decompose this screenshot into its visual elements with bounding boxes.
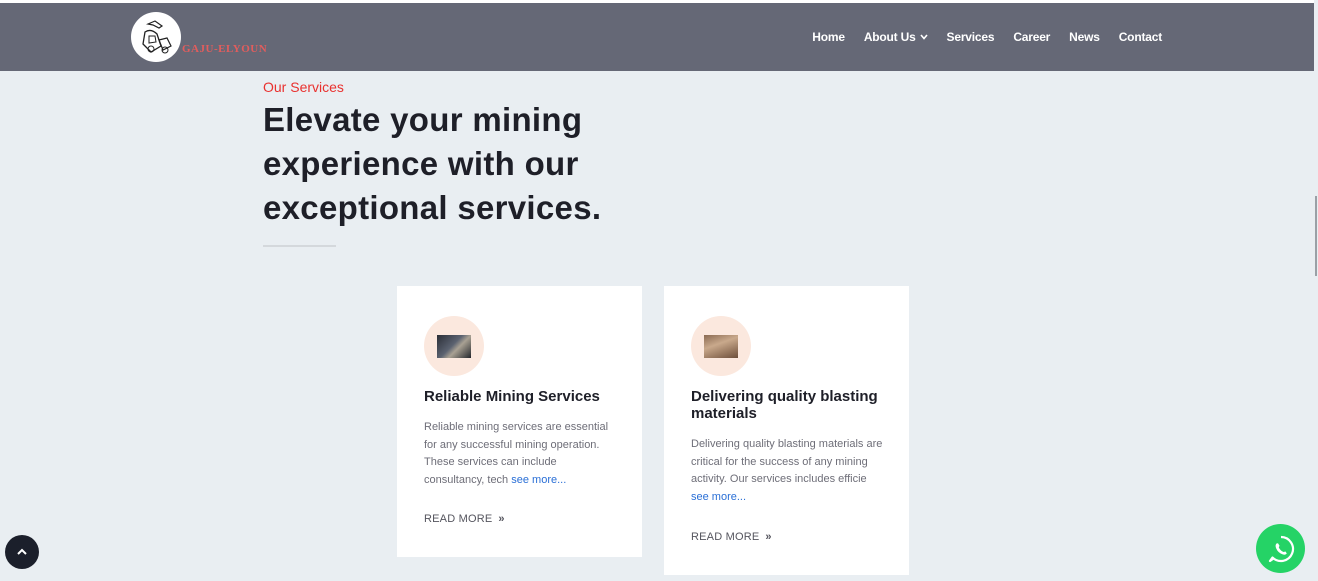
whatsapp-icon (1268, 535, 1294, 562)
brand-name[interactable]: GAJU-ELYOUN (182, 43, 267, 55)
mining-machinery-image (437, 335, 471, 358)
service-card-title: Delivering quality blasting materials (691, 388, 878, 422)
blasting-materials-image (704, 335, 738, 358)
nav-home[interactable]: Home (812, 30, 845, 44)
read-more-label: READ MORE (691, 531, 760, 543)
service-card-description: Delivering quality blasting materials ar… (691, 438, 883, 485)
service-card-title: Reliable Mining Services (424, 388, 600, 405)
read-more-link[interactable]: READ MORE » (691, 531, 772, 543)
nav-services-label: Services (946, 30, 995, 44)
service-card-text: Reliable mining services are essential f… (424, 419, 619, 489)
section-divider (263, 245, 336, 247)
read-more-link[interactable]: READ MORE » (424, 513, 505, 525)
chevron-down-icon (919, 32, 928, 42)
see-more-link[interactable]: see more... (511, 474, 566, 486)
nav-career-label: Career (1013, 30, 1051, 44)
nav-about-us[interactable]: About Us (864, 30, 928, 44)
service-icon-circle (691, 316, 751, 376)
back-to-top-button[interactable] (5, 535, 39, 569)
service-card-text: Delivering quality blasting materials ar… (691, 436, 886, 506)
nav-news[interactable]: News (1069, 30, 1100, 44)
section-headline: Elevate your mining experience with our … (263, 101, 602, 226)
nav-about-us-label: About Us (863, 30, 916, 44)
scrollbar-track[interactable] (1314, 0, 1318, 581)
brand-logo[interactable] (131, 12, 181, 62)
section-kicker: Our Services (263, 79, 344, 95)
nav-news-label: News (1069, 30, 1100, 44)
service-card: Reliable Mining Services Reliable mining… (397, 286, 642, 557)
service-icon-circle (424, 316, 484, 376)
read-more-label: READ MORE (424, 513, 493, 525)
nav-services[interactable]: Services (947, 30, 995, 44)
nav-home-label: Home (812, 30, 845, 44)
nav-contact-label: Contact (1118, 30, 1162, 44)
double-chevron-right-icon: » (498, 513, 505, 525)
nav-career[interactable]: Career (1013, 30, 1050, 44)
service-card: Delivering quality blasting materials De… (664, 286, 909, 575)
mining-logo-icon (132, 13, 180, 61)
whatsapp-chat-button[interactable] (1256, 524, 1305, 573)
main-nav: Home About Us Services Career News Conta… (793, 30, 1162, 44)
double-chevron-right-icon: » (765, 531, 772, 543)
nav-contact[interactable]: Contact (1119, 30, 1162, 44)
chevron-up-icon (17, 548, 27, 555)
navbar: GAJU-ELYOUN Home About Us Services Caree… (0, 3, 1314, 71)
see-more-link[interactable]: see more... (691, 491, 746, 503)
scrollbar-thumb[interactable] (1315, 196, 1317, 276)
